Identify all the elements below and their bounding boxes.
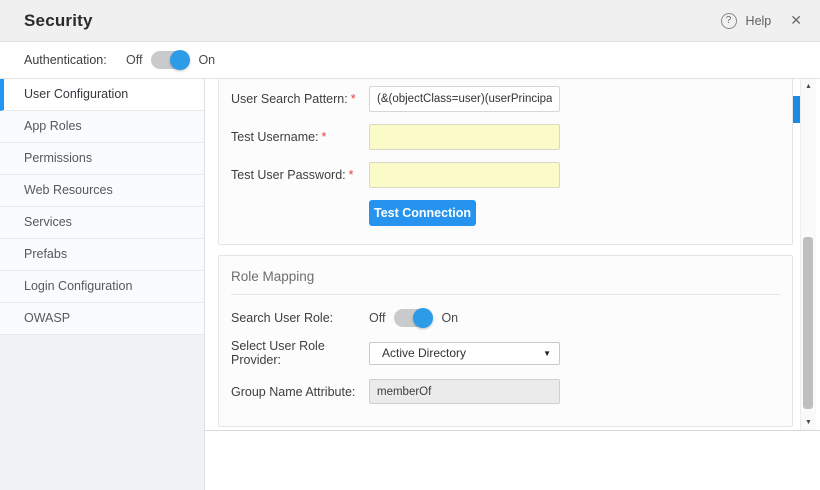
user-search-pattern-label: User Search Pattern:*: [231, 92, 369, 106]
toggle-knob: [413, 308, 433, 328]
scroll-up-icon[interactable]: ▲: [801, 83, 816, 90]
user-role-provider-row: Select User Role Provider: Active Direct…: [231, 339, 780, 367]
sidebar-item-app-roles[interactable]: App Roles: [0, 111, 204, 143]
role-mapping-panel: Role Mapping Search User Role: Off On Se…: [218, 255, 793, 427]
sidebar-item-login-configuration[interactable]: Login Configuration: [0, 271, 204, 303]
test-username-row: Test Username:*: [231, 124, 780, 150]
user-role-provider-select[interactable]: Active Directory ▼: [369, 342, 560, 365]
help-icon[interactable]: ?: [721, 13, 737, 29]
user-search-pattern-row: User Search Pattern:*: [231, 86, 780, 112]
user-role-provider-label: Select User Role Provider:: [231, 339, 369, 367]
scrollbar-thumb[interactable]: [803, 237, 813, 409]
user-search-pattern-input[interactable]: [369, 86, 560, 112]
required-marker: *: [349, 168, 354, 182]
sidebar-item-owasp[interactable]: OWASP: [0, 303, 204, 335]
toggle-knob: [170, 50, 190, 70]
search-user-role-row: Search User Role: Off On: [231, 309, 780, 327]
group-name-attribute-input: [369, 379, 560, 404]
scroll-down-icon[interactable]: ▼: [801, 419, 816, 426]
close-icon[interactable]: ✕: [790, 12, 802, 29]
sidebar-item-permissions[interactable]: Permissions: [0, 143, 204, 175]
test-user-password-label: Test User Password:*: [231, 168, 369, 182]
security-dialog: Security ? Help ✕ Authentication: Off On…: [0, 0, 820, 490]
section-divider: [231, 294, 780, 295]
authentication-row: Authentication: Off On: [0, 42, 820, 79]
search-user-role-off-label: Off: [369, 311, 385, 325]
user-role-provider-value: Active Directory: [382, 346, 543, 360]
search-user-role-label: Search User Role:: [231, 311, 369, 325]
required-marker: *: [322, 130, 327, 144]
search-user-role-toggle[interactable]: [394, 309, 432, 327]
authentication-toggle[interactable]: [151, 51, 189, 69]
page-title: Security: [24, 11, 93, 31]
search-user-role-toggle-group: Off On: [369, 309, 458, 327]
dropdown-arrow-icon: ▼: [543, 349, 551, 358]
search-user-role-on-label: On: [441, 311, 458, 325]
header-actions: ? Help ✕: [721, 12, 802, 29]
user-search-panel: User Search Pattern:* Test Username:* Te…: [218, 79, 793, 245]
dialog-header: Security ? Help ✕: [0, 0, 820, 42]
authentication-on-label: On: [198, 53, 215, 67]
vertical-scrollbar[interactable]: ▲ ▼: [800, 79, 816, 430]
settings-sidebar: User Configuration App Roles Permissions…: [0, 79, 205, 490]
authentication-off-label: Off: [126, 53, 142, 67]
test-username-label: Test Username:*: [231, 130, 369, 144]
group-name-attribute-row: Group Name Attribute:: [231, 379, 780, 404]
sidebar-item-user-configuration[interactable]: User Configuration: [0, 79, 204, 111]
group-name-attribute-label: Group Name Attribute:: [231, 385, 369, 399]
test-user-password-row: Test User Password:*: [231, 162, 780, 188]
sidebar-item-services[interactable]: Services: [0, 207, 204, 239]
test-user-password-input[interactable]: [369, 162, 560, 188]
authentication-label: Authentication:: [24, 53, 104, 67]
scroll-viewport: User Search Pattern:* Test Username:* Te…: [205, 79, 820, 431]
role-mapping-title: Role Mapping: [231, 256, 780, 294]
sidebar-item-prefabs[interactable]: Prefabs: [0, 239, 204, 271]
main-content: User Search Pattern:* Test Username:* Te…: [205, 79, 820, 490]
help-link[interactable]: Help: [746, 14, 772, 28]
authentication-toggle-group: Off On: [126, 51, 215, 69]
required-marker: *: [351, 92, 356, 106]
sidebar-item-web-resources[interactable]: Web Resources: [0, 175, 204, 207]
test-connection-button[interactable]: Test Connection: [369, 200, 476, 226]
test-username-input[interactable]: [369, 124, 560, 150]
